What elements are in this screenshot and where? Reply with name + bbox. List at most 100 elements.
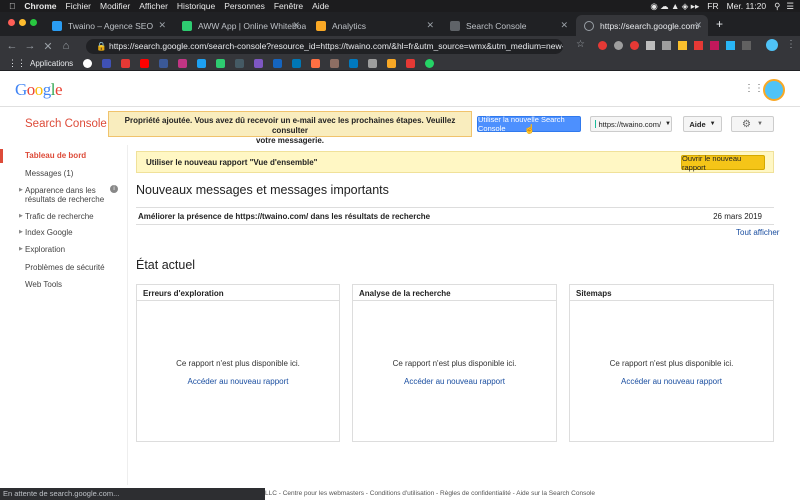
show-all-link[interactable]: Tout afficher bbox=[736, 228, 779, 237]
info-icon[interactable]: i bbox=[110, 185, 118, 193]
sidebar-item-traffic[interactable]: Trafic de recherche bbox=[25, 212, 94, 221]
sidebar-item-crawl[interactable]: Exploration bbox=[25, 245, 65, 254]
sidebar-item-messages[interactable]: Messages (1) bbox=[25, 169, 73, 178]
bookmark-icon[interactable] bbox=[406, 58, 416, 68]
extension-icon[interactable] bbox=[630, 41, 639, 50]
whatsapp-bookmark-icon[interactable] bbox=[425, 58, 435, 68]
expand-arrow-icon[interactable]: ▶ bbox=[19, 246, 23, 252]
tab-active[interactable]: https://search.google.com/se ✕ bbox=[576, 15, 708, 36]
message-row[interactable]: Améliorer la présence de https://twaino.… bbox=[136, 207, 774, 225]
analytics-bookmark-icon[interactable] bbox=[387, 58, 397, 68]
menu-aide[interactable]: Aide bbox=[312, 1, 329, 11]
message-title[interactable]: Améliorer la présence de https://twaino.… bbox=[138, 212, 430, 221]
keyboard-flag[interactable]: FR bbox=[707, 1, 718, 11]
extension-icon[interactable] bbox=[598, 41, 607, 50]
card-new-report-link[interactable]: Accéder au nouveau rapport bbox=[570, 377, 773, 386]
card-new-report-link[interactable]: Accéder au nouveau rapport bbox=[353, 377, 556, 386]
bookmark-icon[interactable] bbox=[254, 58, 264, 68]
menu-app-name[interactable]: Chrome bbox=[24, 1, 56, 11]
sidebar-item-dashboard[interactable]: Tableau de bord bbox=[25, 151, 86, 160]
close-tab-icon[interactable]: ✕ bbox=[158, 20, 166, 31]
more-vert-icon[interactable]: ⋮ bbox=[786, 39, 796, 50]
card-title[interactable]: Analyse de la recherche bbox=[353, 285, 556, 301]
menu-modifier[interactable]: Modifier bbox=[100, 1, 130, 11]
card-new-report-link[interactable]: Accéder au nouveau rapport bbox=[137, 377, 339, 386]
google-bookmark-icon[interactable] bbox=[83, 58, 93, 68]
close-tab-icon[interactable]: ✕ bbox=[694, 20, 702, 31]
message-date: 26 mars 2019 bbox=[713, 212, 762, 221]
bookmark-icon[interactable] bbox=[368, 58, 378, 68]
google-logo[interactable]: Google bbox=[15, 80, 63, 100]
sidebar-item-appearance[interactable]: Apparence dans les résultats de recherch… bbox=[25, 186, 109, 204]
menu-fenetre[interactable]: Fenêtre bbox=[274, 1, 303, 11]
property-selector[interactable]: https://twaino.com/ ▼ bbox=[590, 116, 672, 132]
bookmark-icon[interactable] bbox=[330, 58, 340, 68]
card-title[interactable]: Erreurs d'exploration bbox=[137, 285, 339, 301]
extension-icon[interactable] bbox=[726, 41, 735, 50]
apps-grid-icon[interactable]: ⋮⋮ bbox=[8, 58, 26, 69]
menu-clock[interactable]: Mer. 11:20 bbox=[727, 1, 767, 11]
forward-icon[interactable]: → bbox=[21, 40, 39, 52]
google-header: Google ⋮⋮⋮ bbox=[0, 71, 800, 107]
bookmark-icon[interactable] bbox=[273, 58, 283, 68]
search-icon[interactable]: ⚲ bbox=[774, 1, 780, 12]
expand-arrow-icon[interactable]: ▶ bbox=[19, 187, 23, 193]
card-title[interactable]: Sitemaps bbox=[570, 285, 773, 301]
extension-icon[interactable] bbox=[646, 41, 655, 50]
expand-arrow-icon[interactable]: ▶ bbox=[19, 213, 23, 219]
sidebar-item-security[interactable]: Problèmes de sécurité bbox=[25, 263, 105, 272]
settings-button[interactable]: ⚙ ▼ bbox=[731, 116, 774, 132]
sidebar-item-index[interactable]: Index Google bbox=[25, 228, 73, 237]
extension-icon[interactable] bbox=[742, 41, 751, 50]
bookmark-icon[interactable] bbox=[121, 58, 131, 68]
new-tab-icon[interactable]: + bbox=[716, 17, 723, 31]
address-bar[interactable]: 🔒 https://search.google.com/search-conso… bbox=[86, 39, 563, 54]
extension-icon[interactable] bbox=[614, 41, 623, 50]
tab-aww[interactable]: AWW App | Online Whiteboard ✕ bbox=[174, 15, 306, 36]
youtube-bookmark-icon[interactable] bbox=[140, 58, 150, 68]
help-button[interactable]: Aide ▼ bbox=[683, 116, 722, 132]
messages-heading: Nouveaux messages et messages importants bbox=[136, 183, 389, 197]
mail-bookmark-icon[interactable] bbox=[102, 58, 112, 68]
tab-analytics[interactable]: Analytics ✕ bbox=[308, 15, 440, 36]
back-icon[interactable]: ← bbox=[3, 40, 21, 52]
sidebar-item-webtools[interactable]: Web Tools bbox=[25, 280, 62, 289]
home-icon[interactable]: ⌂ bbox=[57, 40, 75, 52]
menu-fichier[interactable]: Fichier bbox=[66, 1, 92, 11]
minimize-window-icon[interactable] bbox=[19, 19, 26, 26]
apps-bookmark[interactable]: Applications bbox=[30, 59, 73, 68]
tab-search-console[interactable]: Search Console ✕ bbox=[442, 15, 574, 36]
menu-historique[interactable]: Historique bbox=[177, 1, 215, 11]
bookmark-icon[interactable] bbox=[216, 58, 226, 68]
twitter-bookmark-icon[interactable] bbox=[197, 58, 207, 68]
account-avatar[interactable] bbox=[763, 79, 785, 101]
menu-personnes[interactable]: Personnes bbox=[224, 1, 265, 11]
bookmark-icon[interactable] bbox=[311, 58, 321, 68]
close-tab-icon[interactable]: ✕ bbox=[560, 20, 568, 31]
extension-icon[interactable] bbox=[678, 41, 687, 50]
linkedin-bookmark-icon[interactable] bbox=[292, 58, 302, 68]
maximize-window-icon[interactable] bbox=[30, 19, 37, 26]
extension-icon[interactable] bbox=[710, 41, 719, 50]
close-tab-icon[interactable]: ✕ bbox=[292, 20, 300, 31]
extension-icon[interactable] bbox=[662, 41, 671, 50]
card-message: Ce rapport n'est plus disponible ici. bbox=[392, 359, 517, 368]
footer-links[interactable]: LLC - Centre pour les webmasters - Condi… bbox=[265, 488, 800, 500]
apple-icon[interactable]:  bbox=[9, 1, 15, 11]
facebook-bookmark-icon[interactable] bbox=[159, 58, 169, 68]
tab-twaino[interactable]: Twaino – Agence SEO ✕ bbox=[44, 15, 172, 36]
close-tab-icon[interactable]: ✕ bbox=[426, 20, 434, 31]
open-new-report-button[interactable]: Ouvrir le nouveau rapport bbox=[681, 154, 765, 172]
search-console-title[interactable]: Search Console bbox=[25, 118, 107, 130]
menu-afficher[interactable]: Afficher bbox=[139, 1, 168, 11]
bookmark-star-icon[interactable]: ☆ bbox=[576, 39, 585, 50]
trello-bookmark-icon[interactable] bbox=[349, 58, 359, 68]
profile-avatar-icon[interactable] bbox=[766, 39, 778, 51]
extension-icon[interactable] bbox=[694, 41, 703, 50]
expand-arrow-icon[interactable]: ▶ bbox=[19, 229, 23, 235]
close-window-icon[interactable] bbox=[8, 19, 15, 26]
instagram-bookmark-icon[interactable] bbox=[178, 58, 188, 68]
menu-list-icon[interactable]: ☰ bbox=[786, 1, 794, 12]
bookmark-icon[interactable] bbox=[235, 58, 245, 68]
stop-icon[interactable]: ✕ bbox=[39, 40, 57, 53]
